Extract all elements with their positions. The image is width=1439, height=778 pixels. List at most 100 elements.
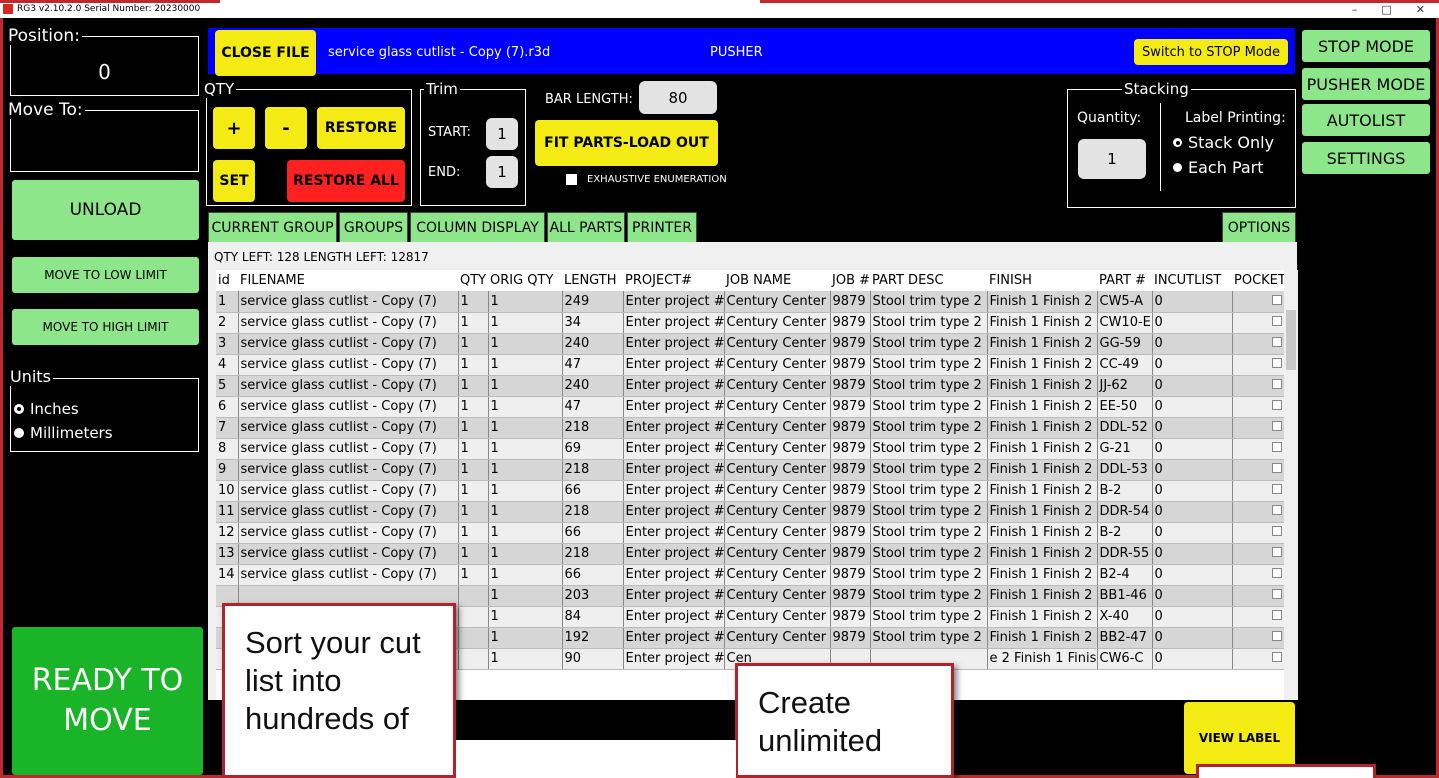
table-row[interactable]: 3 service glass cutlist - Copy (7) 1 1 240 En…	[216, 333, 1285, 355]
table-cell[interactable]: Finish 1 Finish 2	[987, 480, 1098, 502]
table-cell[interactable]: 1	[488, 627, 563, 649]
table-cell[interactable]: 47	[562, 396, 624, 418]
column-header[interactable]: FILENAME	[238, 270, 458, 291]
table-cell[interactable]: Century Center	[724, 564, 831, 586]
table-cell[interactable]: 1	[488, 417, 563, 439]
table-cell[interactable]: 1	[488, 291, 563, 313]
table-cell[interactable]: Century Center	[724, 501, 831, 523]
table-cell[interactable]: Enter project #	[623, 291, 725, 313]
table-cell[interactable]: 1	[458, 501, 489, 523]
close-window-button[interactable]: ✕	[1416, 3, 1425, 16]
table-cell[interactable]: 66	[562, 564, 624, 586]
table-cell[interactable]: 9879	[830, 585, 871, 607]
fit-parts-button[interactable]: FIT PARTS-LOAD OUT	[535, 120, 718, 166]
switch-to-stop-button[interactable]: Switch to STOP Mode	[1134, 39, 1288, 65]
pocket-checkbox-cell[interactable]	[1232, 417, 1285, 439]
table-cell[interactable]: DDR-54	[1097, 501, 1153, 523]
table-cell[interactable]: Century Center	[724, 585, 831, 607]
pocket-checkbox[interactable]	[1271, 379, 1282, 389]
table-cell[interactable]: 0	[1152, 333, 1233, 355]
table-cell[interactable]: service glass cutlist - Copy (7)	[238, 459, 459, 481]
table-cell[interactable]: Enter project #	[623, 438, 725, 460]
table-cell[interactable]: Century Center	[724, 396, 831, 418]
table-cell[interactable]: service glass cutlist - Copy (7)	[238, 417, 459, 439]
table-cell[interactable]: 0	[1152, 312, 1233, 334]
table-cell[interactable]: Stool trim type 2	[870, 312, 988, 334]
table-cell[interactable]: Finish 1 Finish 2	[987, 564, 1098, 586]
table-cell[interactable]: 240	[562, 333, 624, 355]
minimize-button[interactable]: –	[1352, 3, 1358, 16]
table-cell[interactable]	[458, 648, 489, 670]
table-cell[interactable]: Century Center	[724, 459, 831, 481]
table-cell[interactable]: Stool trim type 2	[870, 333, 988, 355]
table-cell[interactable]: EE-50	[1097, 396, 1153, 418]
ready-to-move-button[interactable]: READY TO MOVE	[12, 627, 203, 775]
table-cell[interactable]: Finish 1 Finish 2	[987, 501, 1098, 523]
table-cell[interactable]: 9879	[830, 543, 871, 565]
table-cell[interactable]: 0	[1152, 543, 1233, 565]
table-cell[interactable]: 0	[1152, 480, 1233, 502]
table-cell[interactable]: X-40	[1097, 606, 1153, 628]
table-cell[interactable]: 66	[562, 522, 624, 544]
set-button[interactable]: SET	[213, 160, 255, 202]
table-cell[interactable]: 1	[488, 522, 563, 544]
table-cell[interactable]: 1	[488, 438, 563, 460]
table-cell[interactable]: Enter project #	[623, 543, 725, 565]
table-cell[interactable]: Century Center	[724, 417, 831, 439]
table-cell[interactable]: 218	[562, 417, 624, 439]
trim-start-input[interactable]: 1	[486, 118, 518, 150]
column-header[interactable]: JOB #	[830, 270, 870, 291]
pocket-checkbox-cell[interactable]	[1232, 480, 1285, 502]
table-cell[interactable]: 9879	[830, 627, 871, 649]
table-cell[interactable]: Century Center	[724, 627, 831, 649]
column-header[interactable]: PART #	[1097, 270, 1152, 291]
table-cell[interactable]: Finish 1 Finish 2	[987, 291, 1098, 313]
table-cell[interactable]: Enter project #	[623, 564, 725, 586]
tab-column-display[interactable]: COLUMN DISPLAY	[410, 212, 545, 243]
table-cell[interactable]: 1	[488, 312, 563, 334]
table-cell[interactable]: CW10-E	[1097, 312, 1153, 334]
table-cell[interactable]: 0	[1152, 396, 1233, 418]
move-low-limit-button[interactable]: MOVE TO LOW LIMIT	[12, 257, 199, 293]
column-header[interactable]: id	[216, 270, 238, 291]
table-cell[interactable]: 1	[458, 312, 489, 334]
table-cell[interactable]: 203	[562, 585, 624, 607]
close-file-button[interactable]: CLOSE FILE	[215, 30, 316, 76]
table-cell[interactable]: Finish 1 Finish 2	[987, 354, 1098, 376]
maximize-button[interactable]: □	[1381, 3, 1391, 16]
scrollbar-thumb[interactable]	[1286, 310, 1296, 370]
table-cell[interactable]: GG-59	[1097, 333, 1153, 355]
checkbox-icon[interactable]	[566, 174, 577, 185]
table-cell[interactable]: service glass cutlist - Copy (7)	[238, 291, 459, 313]
table-cell[interactable]: 1	[488, 606, 563, 628]
table-cell[interactable]: Enter project #	[623, 627, 725, 649]
table-row[interactable]: 2 service glass cutlist - Copy (7) 1 1 34 Ent…	[216, 312, 1285, 334]
pocket-checkbox-cell[interactable]	[1232, 522, 1285, 544]
table-row[interactable]: 11 service glass cutlist - Copy (7) 1 1 218 E…	[216, 501, 1285, 523]
table-cell[interactable]: Finish 1 Finish 2	[987, 522, 1098, 544]
table-cell[interactable]: Stool trim type 2	[870, 606, 988, 628]
options-button[interactable]: OPTIONS	[1222, 212, 1296, 243]
table-cell[interactable]: 1	[458, 459, 489, 481]
tab-printer[interactable]: PRINTER	[627, 212, 697, 243]
table-cell[interactable]: Enter project #	[623, 417, 725, 439]
table-cell[interactable]: 9879	[830, 354, 871, 376]
table-cell[interactable]: 9879	[830, 333, 871, 355]
pocket-checkbox-cell[interactable]	[1232, 543, 1285, 565]
table-cell[interactable]: 34	[562, 312, 624, 334]
column-header[interactable]: POCKET I	[1232, 270, 1284, 291]
pocket-checkbox[interactable]	[1271, 652, 1282, 662]
table-cell[interactable]: service glass cutlist - Copy (7)	[238, 396, 459, 418]
table-cell[interactable]: 192	[562, 627, 624, 649]
table-row[interactable]: 12 service glass cutlist - Copy (7) 1 1 66 En…	[216, 522, 1285, 544]
table-cell[interactable]: 0	[1152, 564, 1233, 586]
table-cell[interactable]: Century Center	[724, 606, 831, 628]
table-cell[interactable]: 13	[216, 543, 239, 565]
table-cell[interactable]: 1	[488, 480, 563, 502]
unload-button[interactable]: UNLOAD	[12, 180, 199, 240]
plus-button[interactable]: +	[213, 107, 255, 149]
table-cell[interactable]: Century Center	[724, 333, 831, 355]
table-cell[interactable]: Stool trim type 2	[870, 375, 988, 397]
table-cell[interactable]: 1	[488, 375, 563, 397]
table-row[interactable]: 1 service glass cutlist - Copy (7) 1 1 249 En…	[216, 291, 1285, 313]
